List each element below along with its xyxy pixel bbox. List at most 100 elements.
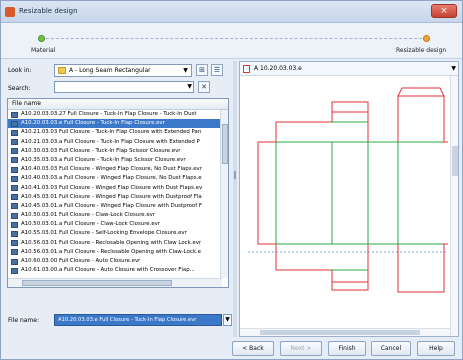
scrollbar-thumb[interactable] [222, 124, 228, 164]
file-name-text: A10.45.03.01.a Full Closure - Winged Fla… [21, 202, 202, 209]
pdf-icon [243, 65, 250, 73]
chevron-down-icon: ▼ [183, 67, 188, 74]
file-list-item[interactable]: A10.40.03.03.a Full Closure - Winged Fla… [8, 174, 228, 183]
file-icon [11, 249, 18, 256]
file-name-text: A10.35.03.03.a Full Closure - Tuck-In Fl… [21, 156, 186, 163]
new-folder-icon[interactable]: ☰ [211, 64, 223, 76]
finish-button[interactable]: Finish [328, 341, 366, 356]
file-name-text: A10.30.03.03 Full Closure - Tuck-In Flap… [21, 147, 181, 154]
file-icon [11, 175, 18, 182]
file-list-item[interactable]: A10.60.03.00 Full Closure - Auto Closure… [8, 257, 228, 266]
file-browser-panel: Look in: A - Long Seam Rectangular ▼ ⊞ ☰… [4, 61, 232, 337]
scrollbar-thumb[interactable] [22, 280, 172, 286]
file-list-item[interactable]: A10.61.03.00.a Full Closure - Auto Closu… [8, 266, 228, 275]
app-icon [5, 7, 15, 17]
file-icon [11, 157, 18, 164]
file-icon [11, 194, 18, 201]
file-list-item[interactable]: A10.50.03.01 Full Closure - Claw-Lock Cl… [8, 211, 228, 220]
file-list-item[interactable]: A10.20.03.03.e Full Closure - Tuck-In Fl… [8, 119, 228, 129]
file-icon [11, 166, 18, 173]
file-name-text: A10.50.03.01 Full Closure - Claw-Lock Cl… [21, 212, 156, 219]
file-list-item[interactable]: A10.20.03.03.27 Full Closure - Tuck-In F… [8, 110, 228, 119]
step-resizable-design-label: Resizable design [396, 47, 447, 54]
file-name-text: A10.41.03.03 Full Closure - Winged Flap … [21, 184, 203, 191]
scrollbar-thumb[interactable] [260, 330, 420, 335]
help-button[interactable]: Help [417, 341, 455, 356]
file-icon [11, 120, 18, 127]
file-list-item[interactable]: A10.45.03.01 Full Closure - Winged Flap … [8, 193, 228, 202]
scrollbar-thumb[interactable] [452, 146, 458, 176]
column-header-file-name[interactable]: File name [8, 99, 228, 110]
file-list-item[interactable]: A10.21.03.03 Full Closure - Tuck-In Flap… [8, 128, 228, 137]
file-name-text: A10.40.03.03 Full Closure - Winged Flap … [21, 166, 202, 173]
file-rows: A10.20.03.03.27 Full Closure - Tuck-In F… [8, 110, 228, 275]
file-name-label: File name: [8, 317, 39, 324]
resizable-design-dialog: Resizable design × Material Resizable de… [0, 0, 463, 360]
step-material-label: Material [31, 47, 56, 54]
window-title: Resizable design [19, 7, 78, 15]
back-button[interactable]: < Back [232, 341, 274, 356]
preview-file-name: A 10.20.03.03.e [254, 65, 302, 72]
file-icon [11, 221, 18, 228]
search-label: Search: [8, 85, 31, 92]
file-list-item[interactable]: A10.55.03.01 Full Closure - Self-Locking… [8, 229, 228, 238]
file-list[interactable]: File name A10.20.03.03.27 Full Closure -… [7, 98, 229, 288]
button-bar: < Back Next > Finish Cancel Help [1, 339, 462, 360]
cut-lines [257, 87, 448, 293]
preview-panel: A 10.20.03.03.e ▼ [239, 61, 459, 337]
look-in-dropdown[interactable]: A - Long Seam Rectangular ▼ [54, 64, 192, 77]
file-name-text: A10.40.03.03.a Full Closure - Winged Fla… [21, 175, 202, 182]
look-in-label: Look in: [8, 67, 32, 74]
file-list-item[interactable]: A10.45.03.01.a Full Closure - Winged Fla… [8, 202, 228, 211]
preview-vertical-scrollbar[interactable] [450, 76, 458, 336]
file-list-item[interactable]: A10.41.03.03 Full Closure - Winged Flap … [8, 184, 228, 193]
file-icon [11, 139, 18, 146]
cancel-button[interactable]: Cancel [371, 341, 411, 356]
file-icon [11, 203, 18, 210]
file-icon [11, 148, 18, 155]
file-list-item[interactable]: A10.56.03.01 Full Closure - Reclosable O… [8, 239, 228, 248]
file-list-horizontal-scrollbar[interactable] [8, 278, 222, 287]
preview-horizontal-scrollbar[interactable] [240, 328, 450, 336]
file-name-text: A10.56.03.01 Full Closure - Reclosable O… [21, 239, 202, 246]
file-icon [11, 129, 18, 136]
box-dieline-preview [248, 87, 448, 293]
wizard-progress: Material Resizable design [1, 23, 462, 59]
crease-lines [275, 121, 444, 271]
file-icon [11, 111, 18, 118]
chevron-down-icon: ▼ [225, 316, 230, 323]
next-button[interactable]: Next > [280, 341, 322, 356]
step-material-dot[interactable] [38, 35, 45, 42]
preview-file-selector[interactable]: A 10.20.03.03.e ▼ [240, 62, 458, 76]
file-name-input[interactable]: A10.20.03.03.e Full Closure - Tuck-In Fl… [54, 314, 222, 326]
file-list-item[interactable]: A10.21.03.03.a Full Closure - Tuck-In Fl… [8, 138, 228, 147]
file-list-vertical-scrollbar[interactable] [220, 110, 228, 278]
step-resizable-design-dot[interactable] [423, 35, 430, 42]
file-icon [11, 230, 18, 237]
view-options-icon[interactable]: ⊞ [196, 64, 208, 76]
file-name-text: A10.50.03.01.a Full Closure - Claw-Lock … [21, 221, 161, 228]
file-icon [11, 212, 18, 219]
wizard-step-line [41, 38, 427, 39]
file-icon [11, 267, 18, 274]
file-name-text: A10.61.03.00.a Full Closure - Auto Closu… [21, 267, 195, 274]
file-name-text: A10.56.03.01.a Full Closure - Reclosable… [21, 248, 201, 255]
file-name-text: A10.45.03.01 Full Closure - Winged Flap … [21, 193, 202, 200]
close-button[interactable]: × [431, 4, 457, 18]
splitter-grip[interactable] [234, 171, 236, 179]
chevron-down-icon: ▼ [187, 83, 192, 90]
close-icon: × [440, 6, 448, 16]
folder-icon [58, 67, 66, 74]
file-name-text: A10.21.03.03 Full Closure - Tuck-In Flap… [21, 129, 202, 136]
file-list-item[interactable]: A10.30.03.03 Full Closure - Tuck-In Flap… [8, 147, 228, 156]
file-list-item[interactable]: A10.40.03.03 Full Closure - Winged Flap … [8, 165, 228, 174]
file-name-text: A10.60.03.00 Full Closure - Auto Closure… [21, 258, 141, 264]
file-list-item[interactable]: A10.50.03.01.a Full Closure - Claw-Lock … [8, 220, 228, 229]
clear-search-icon[interactable]: ✕ [198, 81, 210, 93]
panel-splitter[interactable] [233, 61, 237, 337]
file-list-item[interactable]: A10.35.03.03.a Full Closure - Tuck-In Fl… [8, 156, 228, 165]
file-name-dropdown-button[interactable]: ▼ [223, 314, 232, 326]
look-in-value: A - Long Seam Rectangular [69, 67, 151, 74]
search-input[interactable]: ▼ [54, 81, 194, 93]
file-list-item[interactable]: A10.56.03.01.a Full Closure - Reclosable… [8, 248, 228, 257]
